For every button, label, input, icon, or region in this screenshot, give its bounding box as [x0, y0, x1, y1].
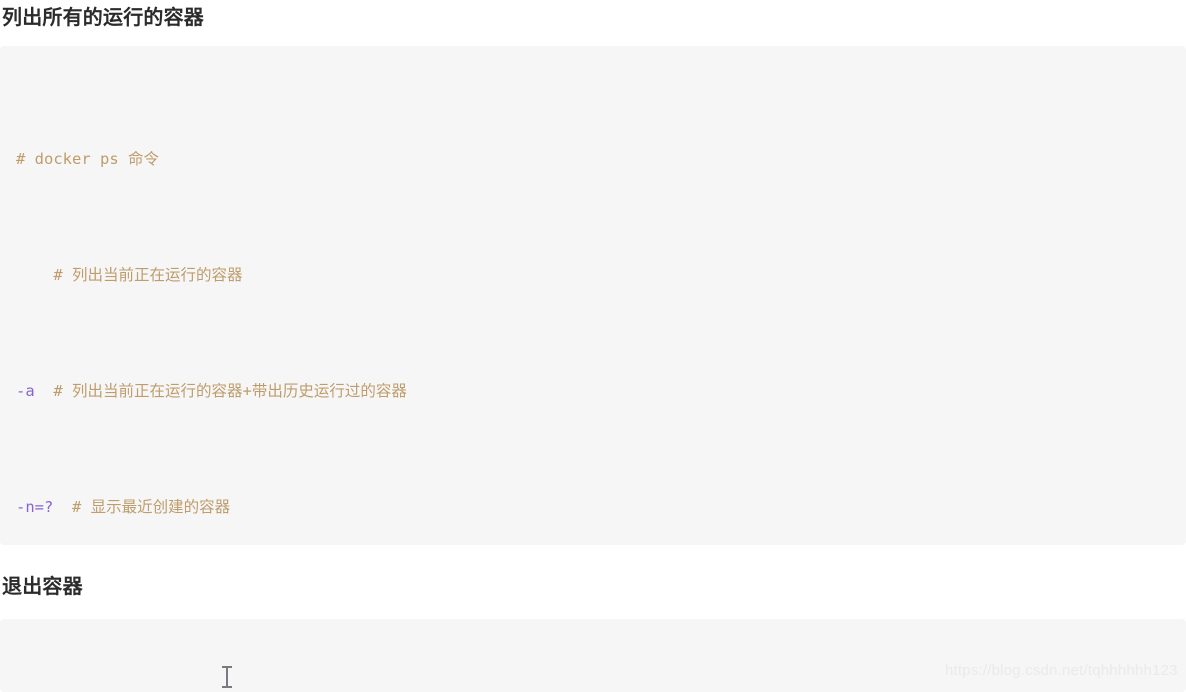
section-heading-exit-container: 退出容器: [2, 576, 83, 598]
cursor-cap-bottom: [222, 686, 232, 688]
comment-text: # 显示最近创建的容器: [72, 498, 231, 516]
comment-text: # 列出当前正在运行的容器: [53, 266, 243, 284]
comment-text: # 列出当前正在运行的容器+带出历史运行过的容器: [53, 382, 407, 400]
flag-n: -n=?: [16, 498, 54, 516]
code-block-docker-ps[interactable]: # docker ps 命令 # 列出当前正在运行的容器 -a # 列出当前正在…: [0, 46, 1186, 545]
flag-a: -a: [16, 382, 35, 400]
code-line: # 列出当前正在运行的容器: [16, 261, 1186, 290]
comment-text: # docker ps 命令: [16, 150, 159, 168]
blog-watermark: https://blog.csdn.net/tqhhhhhh123: [945, 662, 1178, 679]
code-block-exit-container[interactable]: exit # 直接容器停止并退出 Ctrl + P + Q # 容不停止退出: [0, 619, 1186, 692]
text-cursor-icon: [222, 666, 232, 688]
section-heading-list-containers: 列出所有的运行的容器: [2, 7, 204, 29]
code-line: -n=? # 显示最近创建的容器: [16, 493, 1186, 522]
article-page: 列出所有的运行的容器 # docker ps 命令 # 列出当前正在运行的容器 …: [0, 0, 1186, 692]
cursor-stem: [226, 666, 228, 688]
code-line: -a # 列出当前正在运行的容器+带出历史运行过的容器: [16, 377, 1186, 406]
code-line: # docker ps 命令: [16, 145, 1186, 174]
